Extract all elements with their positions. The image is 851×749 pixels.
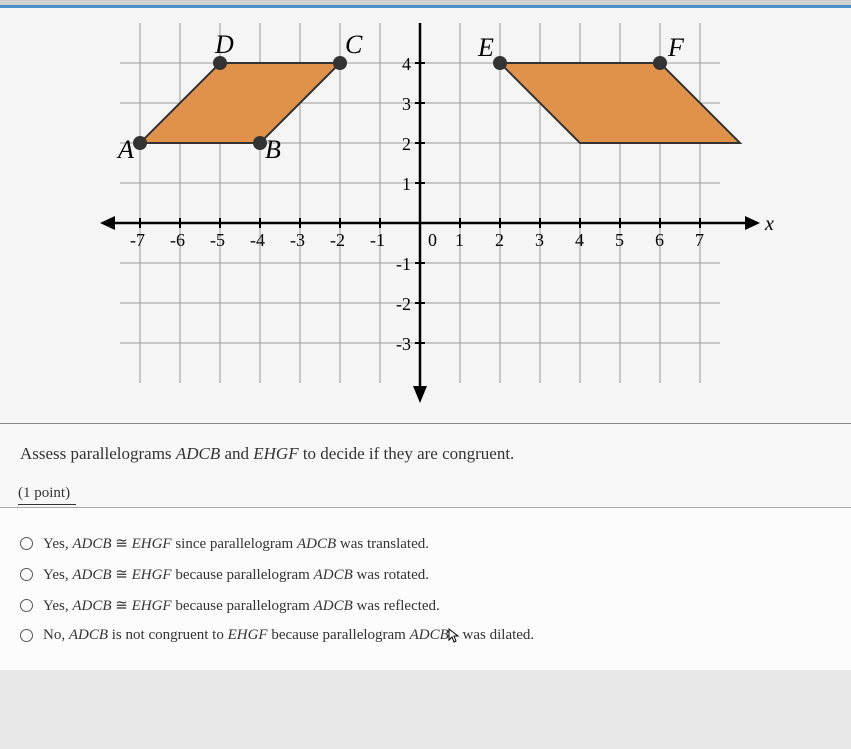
chart-area: A D C B E F -7 -6 -5 -4 -3 -2 -1 0 1 2 3… bbox=[0, 8, 851, 423]
svg-text:-3: -3 bbox=[290, 230, 305, 250]
option-4[interactable]: No, ADCB is not congruent to EHGF becaus… bbox=[20, 627, 831, 644]
arrow-left-icon bbox=[100, 216, 115, 230]
radio-icon[interactable] bbox=[20, 629, 33, 642]
option-text: No, ADCB is not congruent to EHGF becaus… bbox=[43, 627, 534, 644]
label-e: E bbox=[477, 33, 494, 62]
svg-text:3: 3 bbox=[535, 230, 544, 250]
vertex-e bbox=[493, 56, 507, 70]
svg-text:5: 5 bbox=[615, 230, 624, 250]
option-text: Yes, ADCB ≅ EHGF since parallelogram ADC… bbox=[43, 534, 429, 553]
radio-icon[interactable] bbox=[20, 599, 33, 612]
svg-text:1: 1 bbox=[455, 230, 464, 250]
coordinate-grid: A D C B E F -7 -6 -5 -4 -3 -2 -1 0 1 2 3… bbox=[100, 18, 780, 413]
svg-text:-6: -6 bbox=[170, 230, 185, 250]
y-tick-labels: 4 3 2 1 -1 -2 -3 bbox=[396, 54, 411, 354]
label-f: F bbox=[667, 33, 685, 62]
svg-text:-4: -4 bbox=[250, 230, 265, 250]
option-text: Yes, ADCB ≅ EHGF because parallelogram A… bbox=[43, 596, 440, 615]
svg-text:-5: -5 bbox=[210, 230, 225, 250]
label-a: A bbox=[116, 135, 134, 164]
option-2[interactable]: Yes, ADCB ≅ EHGF because parallelogram A… bbox=[20, 565, 831, 584]
label-c: C bbox=[345, 30, 363, 59]
prompt-text: and bbox=[220, 444, 253, 463]
prompt-text: Assess parallelograms bbox=[20, 444, 176, 463]
svg-text:-3: -3 bbox=[396, 334, 411, 354]
svg-text:4: 4 bbox=[402, 54, 411, 74]
prompt-text: to decide if they are congruent. bbox=[299, 444, 515, 463]
svg-text:4: 4 bbox=[575, 230, 584, 250]
svg-text:2: 2 bbox=[402, 134, 411, 154]
header-divider bbox=[0, 0, 851, 8]
radio-icon[interactable] bbox=[20, 568, 33, 581]
svg-text:-7: -7 bbox=[130, 230, 145, 250]
label-b: B bbox=[265, 135, 281, 164]
option-1[interactable]: Yes, ADCB ≅ EHGF since parallelogram ADC… bbox=[20, 534, 831, 553]
vertex-f bbox=[653, 56, 667, 70]
svg-text:-2: -2 bbox=[396, 294, 411, 314]
svg-text:7: 7 bbox=[695, 230, 704, 250]
svg-text:2: 2 bbox=[495, 230, 504, 250]
option-3[interactable]: Yes, ADCB ≅ EHGF because parallelogram A… bbox=[20, 596, 831, 615]
svg-text:0: 0 bbox=[428, 230, 437, 250]
shape-name: ADCB bbox=[176, 444, 220, 463]
points-label: (1 point) bbox=[18, 485, 76, 505]
label-d: D bbox=[214, 30, 234, 59]
x-tick-labels: -7 -6 -5 -4 -3 -2 -1 0 1 2 3 4 5 6 7 bbox=[130, 230, 704, 250]
svg-text:6: 6 bbox=[655, 230, 664, 250]
option-text: Yes, ADCB ≅ EHGF because parallelogram A… bbox=[43, 565, 429, 584]
svg-text:-1: -1 bbox=[396, 254, 411, 274]
shape-name: EHGF bbox=[253, 444, 298, 463]
radio-icon[interactable] bbox=[20, 537, 33, 550]
arrow-down-icon bbox=[413, 386, 427, 403]
question-prompt: Assess parallelograms ADCB and EHGF to d… bbox=[20, 444, 831, 464]
options-block: Yes, ADCB ≅ EHGF since parallelogram ADC… bbox=[0, 507, 851, 670]
question-block: Assess parallelograms ADCB and EHGF to d… bbox=[0, 423, 851, 507]
svg-text:-2: -2 bbox=[330, 230, 345, 250]
vertex-a bbox=[133, 136, 147, 150]
svg-text:3: 3 bbox=[402, 94, 411, 114]
svg-text:-1: -1 bbox=[370, 230, 385, 250]
svg-text:1: 1 bbox=[402, 174, 411, 194]
x-axis-label: x bbox=[764, 213, 774, 235]
arrow-right-icon bbox=[745, 216, 760, 230]
